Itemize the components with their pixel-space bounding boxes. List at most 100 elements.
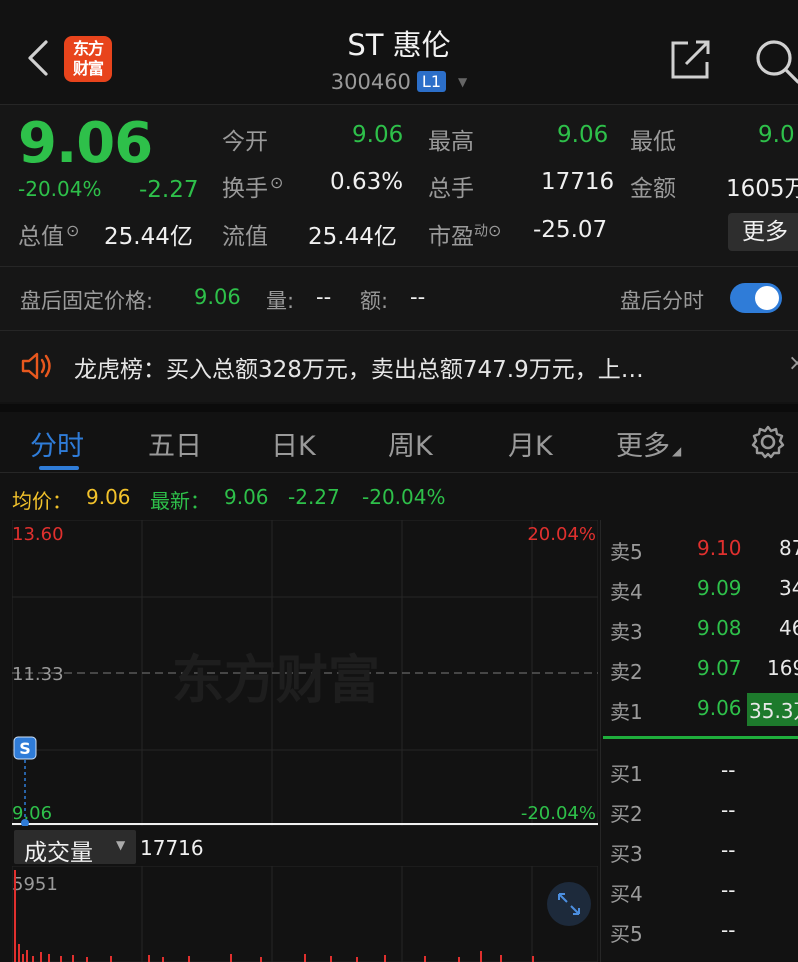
turnover-value: 0.63% xyxy=(330,169,404,195)
dropdown-icon: ▼ xyxy=(116,838,126,852)
volume-label: 总手 xyxy=(428,176,474,202)
bid-label: 买2 xyxy=(610,802,643,826)
avg-value: 9.06 xyxy=(86,485,131,509)
tab-more[interactable]: 更多 ◢ xyxy=(616,424,681,463)
bid-price: -- xyxy=(721,758,736,782)
pe-value: -25.07 xyxy=(533,217,608,243)
ask-price: 9.10 xyxy=(697,536,742,560)
top-price-label: 13.60 xyxy=(12,524,64,545)
ask-price: 9.09 xyxy=(697,576,742,600)
ask-price: 9.06 xyxy=(697,696,742,720)
ask-qty: 34 xyxy=(779,576,798,600)
last-price: 9.06 xyxy=(18,111,153,176)
watermark: 东方财富 xyxy=(172,651,380,711)
ask-qty: 35.3万 xyxy=(747,693,798,726)
open-label: 今开 xyxy=(222,129,268,155)
order-book: 卖5 9.10 87 卖4 9.09 34 卖3 9.08 46 卖2 9.07… xyxy=(600,520,798,962)
ask-qty: 87 xyxy=(779,536,798,560)
bid-row: 买3 -- xyxy=(601,828,798,868)
tab-weekly-k[interactable]: 周K xyxy=(388,424,433,463)
low-value: 9.0 xyxy=(758,122,795,148)
quote-panel: 9.06 -20.04% -2.27 总值 ⊙ 25.44亿 今开 9.06 最高… xyxy=(0,104,798,266)
settings-gear-icon[interactable] xyxy=(750,424,786,460)
tab-five-day[interactable]: 五日 xyxy=(148,424,202,463)
turnover-label[interactable]: 换手 ⊙ xyxy=(222,169,283,203)
after-vol-value: -- xyxy=(316,285,332,309)
bid-label: 买4 xyxy=(610,882,643,906)
ask-label: 卖5 xyxy=(610,540,643,564)
bid-row: 买2 -- xyxy=(601,788,798,828)
share-icon[interactable] xyxy=(668,38,714,82)
open-value: 9.06 xyxy=(352,122,404,148)
chart-tabs: 分时 五日 日K 周K 月K 更多 ◢ xyxy=(0,404,798,470)
ask-qty: 169 xyxy=(767,656,798,680)
bottom-pct-label: -20.04% xyxy=(521,803,596,824)
mid-price-label: 11.33 xyxy=(12,664,64,685)
bid-label: 买3 xyxy=(610,842,643,866)
bottom-price-label: 9.06 xyxy=(12,803,52,824)
bid-price: -- xyxy=(721,838,736,862)
volume-value: 17716 xyxy=(541,169,615,195)
float-cap-value: 25.44亿 xyxy=(308,224,397,250)
close-icon[interactable]: × xyxy=(788,351,798,376)
summary-row: 均价： 9.06 最新： 9.06 -2.27 -20.04% xyxy=(0,472,798,520)
volume-selector-label: 成交量 xyxy=(24,840,93,866)
top-pct-label: 20.04% xyxy=(527,524,596,545)
float-cap-label: 流值 xyxy=(222,224,268,250)
search-icon[interactable] xyxy=(752,36,798,84)
pe-label[interactable]: 市盈动⊙ xyxy=(428,217,501,251)
level-badge: L1 xyxy=(416,71,447,92)
volume-chart[interactable]: 5951 xyxy=(12,866,598,962)
after-vol-label: 量: xyxy=(266,289,295,313)
spread-divider xyxy=(603,736,798,739)
ask-row: 卖3 9.08 46 xyxy=(601,606,798,646)
latest-value: 9.06 xyxy=(224,485,269,509)
tab-intraday[interactable]: 分时 xyxy=(30,424,84,463)
ask-price: 9.08 xyxy=(697,616,742,640)
change-amount: -2.27 xyxy=(139,177,199,203)
after-hours-toggle-label: 盘后分时 xyxy=(620,289,704,313)
stock-code: 300460 xyxy=(330,70,411,94)
high-value: 9.06 xyxy=(557,122,609,148)
volume-header: 成交量 ▼ 17716 xyxy=(12,830,598,866)
app-header: 东方 财富 ST 惠伦 300460 L1 ▼ xyxy=(0,0,798,104)
after-amt-value: -- xyxy=(410,285,426,309)
after-hours-toggle[interactable] xyxy=(730,283,782,313)
after-amt-label: 额: xyxy=(360,289,389,313)
bid-price: -- xyxy=(721,918,736,942)
bid-row: 买4 -- xyxy=(601,868,798,908)
info-icon[interactable]: ⊙ xyxy=(488,221,501,240)
avg-label: 均价： xyxy=(12,489,72,513)
info-icon[interactable]: ⊙ xyxy=(66,221,79,240)
bid-price: -- xyxy=(721,878,736,902)
bid-row: 买1 -- xyxy=(601,748,798,788)
ask-price: 9.07 xyxy=(697,656,742,680)
mktcap-label[interactable]: 总值 ⊙ xyxy=(18,217,79,251)
tab-monthly-k[interactable]: 月K xyxy=(508,424,553,463)
volume-max-label: 5951 xyxy=(12,874,58,895)
ask-label: 卖2 xyxy=(610,660,643,684)
ask-row: 卖2 9.07 169 xyxy=(601,646,798,686)
ask-qty: 46 xyxy=(779,616,798,640)
dragon-tiger-notice[interactable]: 龙虎榜：买入总额328万元，卖出总额747.9万元，上… × xyxy=(0,330,798,402)
mktcap-value: 25.44亿 xyxy=(104,224,193,250)
after-price-label: 盘后固定价格: xyxy=(20,289,154,313)
volume-selector[interactable]: 成交量 ▼ xyxy=(14,830,136,866)
ask-row: 卖4 9.09 34 xyxy=(601,566,798,606)
tab-daily-k[interactable]: 日K xyxy=(271,424,316,463)
ask-label: 卖3 xyxy=(610,620,643,644)
latest-percent: -20.04% xyxy=(362,485,446,509)
code-dropdown-icon: ▼ xyxy=(458,75,468,89)
info-icon[interactable]: ⊙ xyxy=(270,173,283,192)
ask-label: 卖4 xyxy=(610,580,643,604)
latest-change: -2.27 xyxy=(288,485,340,509)
speaker-icon xyxy=(21,352,51,380)
more-quote-button[interactable]: 更多 xyxy=(728,213,798,251)
bid-label: 买5 xyxy=(610,922,643,946)
amount-label: 金额 xyxy=(630,176,676,202)
bid-row: 买5 -- xyxy=(601,908,798,948)
latest-label: 最新： xyxy=(150,489,210,513)
intraday-chart[interactable]: 东方财富 13.60 20.04% 11.33 9.06 -20.04% S xyxy=(12,520,598,826)
expand-button[interactable] xyxy=(547,882,591,926)
active-tab-indicator xyxy=(39,466,79,470)
